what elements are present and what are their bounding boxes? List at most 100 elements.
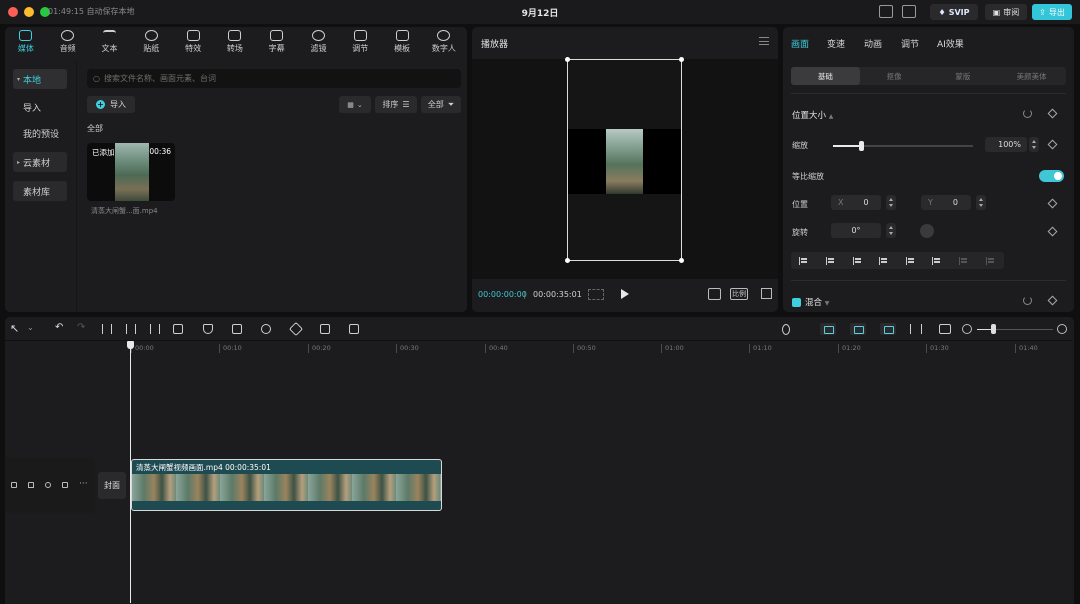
tool-media[interactable]: 媒体 xyxy=(5,27,47,57)
linkage-icon[interactable] xyxy=(850,323,866,335)
blend-title[interactable]: 混合 ▼ xyxy=(805,296,829,308)
tool-text[interactable]: 文本 xyxy=(89,27,131,57)
select-cursor-icon[interactable]: ↖ xyxy=(10,322,19,335)
rotation-stepper[interactable] xyxy=(886,223,896,238)
zoom-out-icon[interactable] xyxy=(962,324,972,334)
sidebar-item-cloud[interactable]: ▸ 云素材 xyxy=(13,152,67,172)
video-clip[interactable]: 清蒸大闸蟹视频画面.mp4 00:00:35:01 xyxy=(131,459,442,511)
split-icon[interactable] xyxy=(102,324,112,334)
playhead[interactable] xyxy=(127,341,134,603)
align-center-h-icon[interactable] xyxy=(825,256,836,265)
media-item-thumbnail[interactable]: 已添加 00:36 xyxy=(87,143,175,201)
tab-adjust[interactable]: 调节 xyxy=(901,37,919,50)
microphone-icon[interactable] xyxy=(782,324,790,335)
resize-handle[interactable] xyxy=(679,258,684,263)
reset-icon[interactable] xyxy=(1023,296,1032,305)
position-x-stepper[interactable] xyxy=(886,195,896,210)
keyframe-icon[interactable] xyxy=(1047,198,1058,209)
redo-icon[interactable]: ↷ xyxy=(77,322,85,333)
track-hide-icon[interactable] xyxy=(11,482,17,488)
blend-checkbox[interactable] xyxy=(792,298,801,307)
tool-audio[interactable]: 音频 xyxy=(47,27,89,57)
align-left-icon[interactable] xyxy=(799,256,809,265)
align-top-icon[interactable] xyxy=(879,256,889,265)
mirror-icon[interactable] xyxy=(288,321,304,337)
uniform-scale-toggle[interactable] xyxy=(1039,170,1064,182)
import-button[interactable]: + 导入 xyxy=(87,96,135,113)
align-center-v-icon[interactable] xyxy=(905,256,916,265)
scale-slider[interactable] xyxy=(833,141,973,151)
tool-transition[interactable]: 转场 xyxy=(214,27,256,57)
more-icon[interactable]: ··· xyxy=(79,479,88,489)
menu-icon[interactable] xyxy=(759,37,769,45)
tab-animation[interactable]: 动画 xyxy=(864,37,882,50)
keyframe-icon[interactable] xyxy=(1047,295,1058,306)
reverse-icon[interactable] xyxy=(261,324,271,334)
position-y-input[interactable]: Y0 xyxy=(921,195,971,210)
keyframe-icon[interactable] xyxy=(1047,108,1058,119)
resize-handle[interactable] xyxy=(565,258,570,263)
scale-stepper[interactable] xyxy=(1029,137,1039,152)
chevron-down-icon[interactable]: ⌄ xyxy=(27,323,34,332)
distribute-v-icon[interactable] xyxy=(985,256,996,265)
caption-icon[interactable] xyxy=(939,324,951,334)
subtab-beauty[interactable]: 美颜美体 xyxy=(997,67,1066,85)
zoom-slider-knob[interactable] xyxy=(991,324,996,334)
grid-icon[interactable] xyxy=(588,289,604,300)
shortcut-icon[interactable] xyxy=(879,5,893,18)
preview-axis-icon[interactable] xyxy=(880,323,896,335)
player-canvas[interactable] xyxy=(472,57,778,279)
sidebar-item-import[interactable]: 导入 xyxy=(13,97,67,117)
tool-filter[interactable]: 滤镜 xyxy=(298,27,340,57)
tool-digital-human[interactable]: 数字人 xyxy=(423,27,465,57)
subtab-cutout[interactable]: 抠像 xyxy=(860,67,929,85)
position-size-title[interactable]: 位置大小 ▲ xyxy=(792,109,833,121)
view-mode-button[interactable]: ▦ ⌄ xyxy=(339,96,371,113)
auto-snap-icon[interactable] xyxy=(820,323,836,335)
layout-icon[interactable] xyxy=(902,5,916,18)
distribute-h-icon[interactable] xyxy=(959,256,969,265)
sidebar-item-presets[interactable]: 我的预设 xyxy=(13,123,67,143)
ratio-button[interactable]: 比例 xyxy=(730,288,748,300)
sort-button[interactable]: 排序 ☰ xyxy=(375,96,417,113)
svip-button[interactable]: ♦ SVIP xyxy=(930,4,978,20)
subtab-basic[interactable]: 基础 xyxy=(791,67,860,85)
resize-handle[interactable] xyxy=(679,57,684,62)
delete-icon[interactable] xyxy=(173,324,183,334)
filter-all-button[interactable]: 全部 ⏷ xyxy=(421,96,461,113)
rotate-icon[interactable] xyxy=(320,324,330,334)
position-y-stepper[interactable] xyxy=(976,195,986,210)
tab-picture[interactable]: 画面 xyxy=(791,37,809,50)
undo-icon[interactable]: ↶ xyxy=(55,322,63,333)
subtab-mask[interactable]: 蒙版 xyxy=(929,67,998,85)
speaker-icon[interactable] xyxy=(62,482,68,488)
media-search-input[interactable]: ○ 搜索文件名称、画面元素、台词 xyxy=(87,69,461,88)
rotation-input[interactable]: 0° xyxy=(831,223,881,238)
split-left-icon[interactable] xyxy=(126,324,136,334)
tool-sticker[interactable]: 贴纸 xyxy=(130,27,172,57)
preview-frame[interactable] xyxy=(565,57,684,263)
tool-template[interactable]: 模板 xyxy=(381,27,423,57)
eye-icon[interactable] xyxy=(45,482,51,488)
reset-icon[interactable] xyxy=(1023,109,1032,118)
fullscreen-icon[interactable] xyxy=(761,288,772,299)
review-button[interactable]: ▣ 审阅 xyxy=(985,4,1027,20)
freeze-icon[interactable] xyxy=(232,324,242,334)
tool-subtitle[interactable]: 字幕 xyxy=(256,27,298,57)
rotation-dial[interactable] xyxy=(920,224,934,238)
crop-icon[interactable] xyxy=(349,324,359,334)
play-icon[interactable] xyxy=(621,289,629,299)
zoom-in-icon[interactable] xyxy=(1057,324,1067,334)
tab-speed[interactable]: 变速 xyxy=(827,37,845,50)
keyframe-icon[interactable] xyxy=(1047,139,1058,150)
scale-slider-knob[interactable] xyxy=(859,141,864,151)
lock-icon[interactable] xyxy=(28,482,34,488)
position-x-input[interactable]: X0 xyxy=(831,195,881,210)
export-button[interactable]: ⇪ 导出 xyxy=(1032,4,1072,20)
split-right-icon[interactable] xyxy=(150,324,160,334)
keyframe-icon[interactable] xyxy=(1047,226,1058,237)
align-right-icon[interactable] xyxy=(852,256,863,265)
align-bottom-icon[interactable] xyxy=(932,256,942,265)
scale-input[interactable]: 100% xyxy=(985,137,1027,152)
split-screen-icon[interactable] xyxy=(910,324,922,334)
